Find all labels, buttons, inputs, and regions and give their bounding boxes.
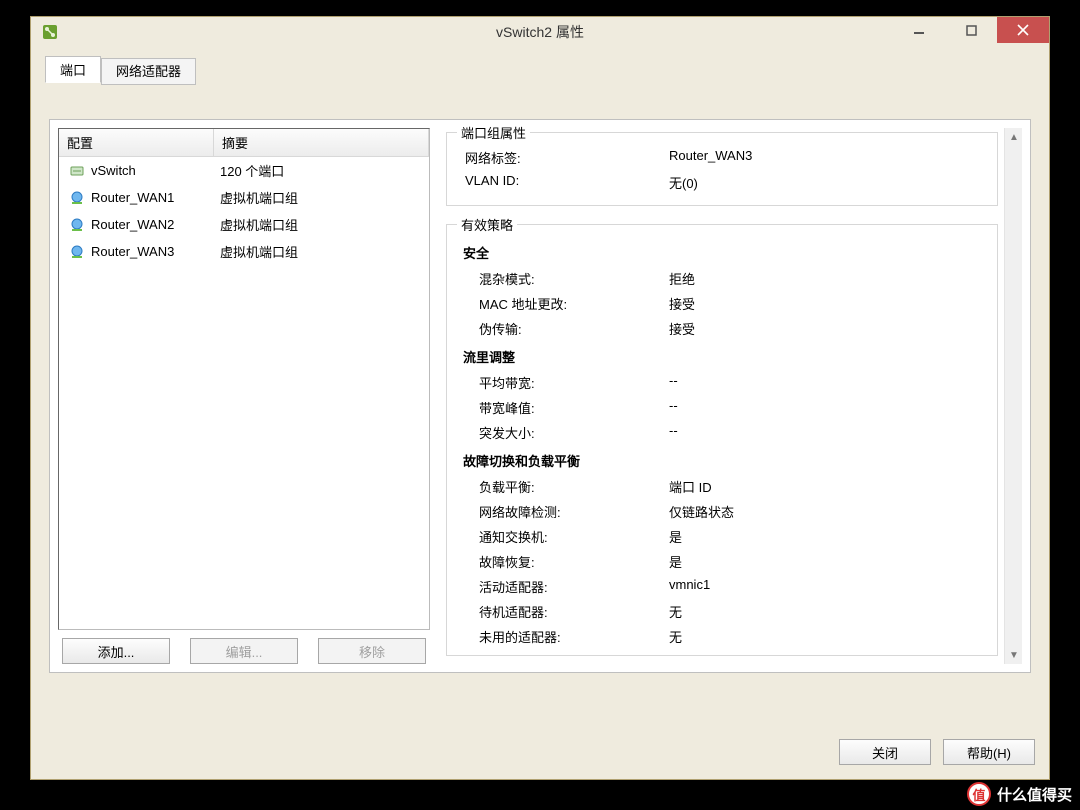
value-failback: 是	[669, 552, 985, 571]
titlebar[interactable]: vSwitch2 属性	[31, 17, 1049, 47]
label-burst: 突发大小:	[459, 423, 669, 442]
item-summary: 虚拟机端口组	[214, 240, 429, 263]
value-active-adapters: vmnic1	[669, 577, 985, 596]
dialog-window: vSwitch2 属性 端口 网络适配器 配置	[30, 16, 1050, 780]
label-avg-bw: 平均带宽:	[459, 373, 669, 392]
portgroup-icon	[69, 217, 85, 233]
item-name: vSwitch	[91, 163, 136, 178]
list-item[interactable]: vSwitch 120 个端口	[59, 157, 429, 184]
item-name: Router_WAN2	[91, 217, 174, 232]
label-peak-bw: 带宽峰值:	[459, 398, 669, 417]
value-mac-change: 接受	[669, 294, 985, 313]
value-vlan: 无(0)	[669, 173, 985, 192]
list-rows: vSwitch 120 个端口 Router_WAN1	[59, 157, 429, 265]
value-fault-detect: 仅链路状态	[669, 502, 985, 521]
value-burst: --	[669, 423, 985, 442]
watermark: 值 什么值得买	[967, 782, 1072, 806]
value-unused-adapters: 无	[669, 627, 985, 646]
item-name: Router_WAN1	[91, 190, 174, 205]
scroll-track[interactable]	[1005, 146, 1022, 646]
remove-button[interactable]: 移除	[318, 638, 426, 664]
tab-ports[interactable]: 端口	[45, 56, 101, 83]
window-controls	[893, 17, 1049, 47]
label-promiscuous: 混杂模式:	[459, 269, 669, 288]
list-header: 配置 摘要	[59, 129, 429, 157]
value-forged: 接受	[669, 319, 985, 338]
value-notify-switch: 是	[669, 527, 985, 546]
label-active-adapters: 活动适配器:	[459, 577, 669, 596]
label-network: 网络标签:	[459, 148, 669, 167]
value-standby-adapters: 无	[669, 602, 985, 621]
label-failback: 故障恢复:	[459, 552, 669, 571]
label-forged: 伪传输:	[459, 319, 669, 338]
watermark-badge: 值	[967, 782, 991, 806]
label-fault-detect: 网络故障检测:	[459, 502, 669, 521]
app-icon	[41, 23, 59, 41]
value-promiscuous: 拒绝	[669, 269, 985, 288]
watermark-text: 什么值得买	[997, 784, 1072, 805]
scroll-up-icon[interactable]: ▲	[1005, 128, 1023, 146]
traffic-heading: 流里调整	[459, 341, 985, 370]
header-config[interactable]: 配置	[59, 129, 214, 156]
label-vlan: VLAN ID:	[459, 173, 669, 192]
security-heading: 安全	[459, 237, 985, 266]
legend-policy: 有效策略	[457, 215, 517, 234]
label-standby-adapters: 待机适配器:	[459, 602, 669, 621]
close-button[interactable]	[997, 17, 1049, 43]
vswitch-icon	[69, 163, 85, 179]
label-mac-change: MAC 地址更改:	[459, 294, 669, 313]
item-summary: 虚拟机端口组	[214, 213, 429, 236]
tab-adapters[interactable]: 网络适配器	[101, 58, 196, 85]
value-avg-bw: --	[669, 373, 985, 392]
list-item[interactable]: Router_WAN2 虚拟机端口组	[59, 211, 429, 238]
label-loadbalance: 负载平衡:	[459, 477, 669, 496]
label-unused-adapters: 未用的适配器:	[459, 627, 669, 646]
value-peak-bw: --	[669, 398, 985, 417]
help-button[interactable]: 帮助(H)	[943, 739, 1035, 765]
minimize-button[interactable]	[893, 17, 945, 43]
list-item[interactable]: Router_WAN1 虚拟机端口组	[59, 184, 429, 211]
failover-heading: 故障切换和负载平衡	[459, 445, 985, 474]
right-pane: 端口组属性 网络标签: Router_WAN3 VLAN ID: 无(0) 有效…	[442, 128, 1022, 664]
edit-button[interactable]: 编辑...	[190, 638, 298, 664]
portgroup-icon	[69, 244, 85, 260]
value-network: Router_WAN3	[669, 148, 985, 167]
portgroup-properties: 端口组属性 网络标签: Router_WAN3 VLAN ID: 无(0)	[446, 132, 998, 206]
maximize-button[interactable]	[945, 17, 997, 43]
value-loadbalance: 端口 ID	[669, 477, 985, 496]
header-summary[interactable]: 摘要	[214, 129, 429, 156]
tabs: 端口 网络适配器	[45, 55, 196, 82]
list-item[interactable]: Router_WAN3 虚拟机端口组	[59, 238, 429, 265]
left-pane: 配置 摘要 vSwitch 120	[58, 128, 430, 664]
scroll-down-icon[interactable]: ▼	[1005, 646, 1023, 664]
legend-portgroup: 端口组属性	[457, 123, 530, 142]
item-name: Router_WAN3	[91, 244, 174, 259]
item-summary: 120 个端口	[214, 159, 429, 182]
effective-policy: 有效策略 安全 混杂模式:拒绝 MAC 地址更改:接受 伪传输:接受 流里调整 …	[446, 224, 998, 656]
tab-panel: 配置 摘要 vSwitch 120	[49, 119, 1031, 673]
portgroup-icon	[69, 190, 85, 206]
config-list[interactable]: 配置 摘要 vSwitch 120	[58, 128, 430, 630]
item-summary: 虚拟机端口组	[214, 186, 429, 209]
label-notify-switch: 通知交换机:	[459, 527, 669, 546]
close-dialog-button[interactable]: 关闭	[839, 739, 931, 765]
add-button[interactable]: 添加...	[62, 638, 170, 664]
left-buttons: 添加... 编辑... 移除	[58, 630, 430, 664]
dialog-footer: 关闭 帮助(H)	[839, 739, 1035, 765]
scrollbar[interactable]: ▲ ▼	[1004, 128, 1022, 664]
